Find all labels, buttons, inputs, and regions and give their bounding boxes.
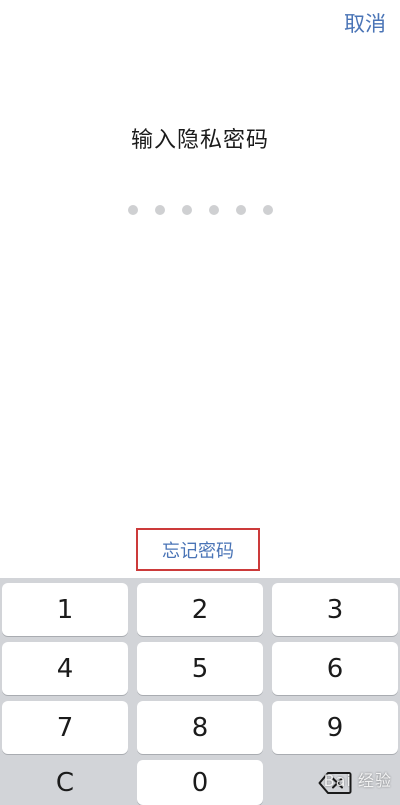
passcode-dot — [127, 205, 138, 215]
forgot-password-link[interactable]: 忘记密码 — [162, 537, 234, 563]
key-2[interactable]: 2 — [137, 583, 263, 636]
passcode-dot — [235, 205, 246, 215]
key-3[interactable]: 3 — [272, 583, 398, 636]
passcode-dot — [181, 205, 192, 215]
key-6[interactable]: 6 — [272, 642, 398, 695]
privacy-passcode-screen: 取消 输入隐私密码 忘记密码 1 2 3 4 5 6 7 8 9 C 0 Bai… — [0, 0, 400, 805]
clear-key[interactable]: C — [2, 760, 128, 805]
key-4[interactable]: 4 — [2, 642, 128, 695]
numeric-keypad: 1 2 3 4 5 6 7 8 9 C 0 Bai 经验 — [0, 578, 400, 805]
forgot-password-highlight: 忘记密码 — [136, 528, 260, 571]
passcode-dot — [262, 205, 273, 215]
passcode-dot — [154, 205, 165, 215]
watermark: Bai 经验 — [323, 771, 392, 790]
key-9[interactable]: 9 — [272, 701, 398, 754]
cancel-button[interactable]: 取消 — [344, 8, 386, 38]
key-5[interactable]: 5 — [137, 642, 263, 695]
passcode-dots — [0, 205, 400, 215]
page-title: 输入隐私密码 — [130, 128, 269, 153]
key-8[interactable]: 8 — [137, 701, 263, 754]
key-7[interactable]: 7 — [2, 701, 128, 754]
passcode-dot — [208, 205, 219, 215]
key-0[interactable]: 0 — [137, 760, 263, 805]
key-1[interactable]: 1 — [2, 583, 128, 636]
